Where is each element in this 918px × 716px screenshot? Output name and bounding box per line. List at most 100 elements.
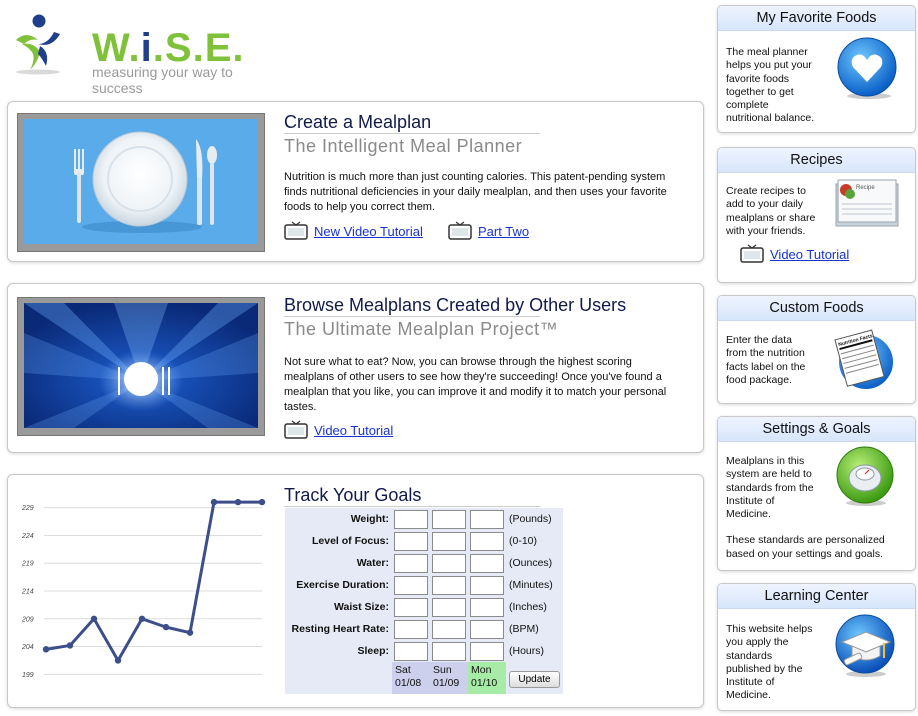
goal-value-input[interactable]: [394, 553, 428, 573]
goal-value-input[interactable]: [394, 509, 428, 529]
recipes-video-link-group: Video Tutorial: [740, 244, 849, 264]
custom-foods-title: Custom Foods: [718, 296, 915, 321]
mealplan-video-thumbnail[interactable]: [17, 113, 265, 252]
goal-unit: (Inches): [506, 596, 563, 618]
part-two-link-group: Part Two: [448, 221, 529, 241]
heart-icon: [837, 37, 897, 99]
custom-foods-card[interactable]: Custom Foods Enter the data from the nut…: [717, 295, 916, 404]
chart-point: [114, 657, 122, 664]
goal-unit: (Hours): [506, 640, 563, 662]
goal-value-input[interactable]: [394, 531, 428, 551]
date-cell-sun[interactable]: Sun 01/09: [430, 662, 468, 694]
chart-y-tick-label: 229: [21, 505, 34, 512]
browse-mealplans-panel: Browse Mealplans Created by Other Users …: [7, 283, 704, 453]
mealplan-description: Nutrition is much more than just countin…: [284, 171, 667, 213]
goal-row: Resting Heart Rate: (BPM): [285, 618, 563, 640]
mealplan-subtitle: The Intelligent Meal Planner: [284, 136, 523, 156]
chart-point: [42, 646, 50, 653]
goal-value-input[interactable]: [470, 641, 504, 661]
goal-value-input[interactable]: [470, 553, 504, 573]
goal-unit: (Ounces): [506, 552, 563, 574]
chart-point: [186, 629, 194, 636]
goal-value-input[interactable]: [394, 597, 428, 617]
chart-point: [162, 623, 170, 631]
goal-value-input[interactable]: [432, 553, 466, 573]
mealplan-title-divider: [284, 133, 540, 134]
nutrition-label-icon: Nutrition Facts: [834, 329, 893, 389]
goal-row: Exercise Duration: (Minutes): [285, 574, 563, 596]
goal-label: Water:: [285, 552, 392, 574]
goal-value-input[interactable]: [394, 575, 428, 595]
graduation-cap-icon: [835, 614, 895, 677]
create-mealplan-panel: Create a Mealplan The Intelligent Meal P…: [7, 101, 704, 262]
recipes-card[interactable]: Recipes Create recipes to add to your da…: [717, 147, 916, 283]
browse-subtitle: The Ultimate Mealplan Project™: [284, 319, 559, 339]
chart-series-line: [45, 500, 262, 662]
chart-y-tick-label: 214: [21, 589, 34, 596]
goal-label: Exercise Duration:: [285, 574, 392, 596]
chart-point: [210, 498, 218, 506]
browse-title: Browse Mealplans Created by Other Users: [284, 295, 627, 315]
chart-point: [138, 615, 146, 622]
goal-unit: (0-10): [506, 530, 563, 552]
chart-point: [90, 615, 98, 622]
goal-value-input[interactable]: [470, 575, 504, 595]
recipe-card-icon: Recipe: [835, 179, 899, 227]
goal-unit: (Pounds): [506, 508, 563, 530]
goal-value-input[interactable]: [394, 619, 428, 639]
learning-center-description: This website helps you apply the standar…: [726, 623, 813, 702]
goals-date-row: Sat 01/08 Sun 01/09 Mon 01/10 Update: [285, 662, 563, 694]
goal-value-input[interactable]: [394, 641, 428, 661]
goal-value-input[interactable]: [470, 509, 504, 529]
new-video-tutorial-link-group: New Video Tutorial: [284, 221, 423, 241]
chart-y-tick-label: 209: [21, 616, 34, 623]
new-video-tutorial-link[interactable]: New Video Tutorial: [314, 224, 423, 239]
track-goals-panel: 229 224 219 214 209 204 199 Track Your Goals W…: [7, 474, 704, 708]
recipes-title: Recipes: [718, 148, 915, 173]
goal-value-input[interactable]: [432, 619, 466, 639]
favorite-foods-description: The meal planner helps you put your favo…: [726, 46, 815, 125]
custom-foods-description: Enter the data from the nutrition facts …: [726, 334, 806, 386]
goal-value-input[interactable]: [432, 641, 466, 661]
goal-row: Level of Focus: (0-10): [285, 530, 563, 552]
goal-value-input[interactable]: [470, 531, 504, 551]
settings-goals-card[interactable]: Settings & Goals Mealplans in this syste…: [717, 416, 916, 571]
goal-value-input[interactable]: [432, 509, 466, 529]
recipes-video-tutorial-link[interactable]: Video Tutorial: [770, 247, 849, 262]
browse-video-tutorial-link[interactable]: Video Tutorial: [314, 423, 393, 438]
tv-icon: [740, 244, 764, 263]
chart-point: [258, 498, 266, 506]
chart-point: [66, 642, 74, 649]
learning-center-card[interactable]: Learning Center This website helps you a…: [717, 583, 916, 711]
goal-row: Waist Size: (Inches): [285, 596, 563, 618]
goals-table: Weight: (Pounds) Level of Focus: (0-10) Wate…: [285, 508, 563, 694]
goal-label: Level of Focus:: [285, 530, 392, 552]
goal-value-input[interactable]: [470, 597, 504, 617]
chart-y-tick-label: 224: [21, 533, 34, 540]
browse-description: Not sure what to eat? Now, you can brows…: [284, 356, 667, 413]
chart-y-tick-label: 219: [21, 561, 34, 568]
browse-video-thumbnail[interactable]: [17, 297, 265, 436]
spotlight-plate-image: [24, 303, 258, 428]
weight-line-chart: 229 224 219 214 209 204 199: [21, 498, 266, 679]
favorite-foods-card[interactable]: My Favorite Foods The meal planner helps…: [717, 5, 916, 133]
goal-row: Weight: (Pounds): [285, 508, 563, 530]
goals-title: Track Your Goals: [284, 485, 422, 505]
chart-point: [234, 498, 242, 506]
browse-title-divider: [284, 316, 540, 317]
plate-image: [24, 119, 258, 244]
date-cell-sat[interactable]: Sat 01/08: [392, 662, 430, 694]
goal-value-input[interactable]: [432, 597, 466, 617]
wise-logo[interactable]: W.i.S.E. measuring your way to success: [12, 14, 272, 96]
goal-value-input[interactable]: [470, 619, 504, 639]
goal-value-input[interactable]: [432, 531, 466, 551]
update-button[interactable]: Update: [509, 670, 560, 688]
recipes-description: Create recipes to add to your daily meal…: [726, 185, 816, 237]
date-cell-mon[interactable]: Mon 01/10: [468, 662, 506, 694]
recipe-card-label: Recipe: [856, 185, 875, 191]
part-two-link[interactable]: Part Two: [478, 224, 529, 239]
goal-value-input[interactable]: [432, 575, 466, 595]
browse-video-tutorial-link-group: Video Tutorial: [284, 420, 393, 440]
tv-icon: [284, 221, 308, 240]
goal-label: Weight:: [285, 508, 392, 530]
